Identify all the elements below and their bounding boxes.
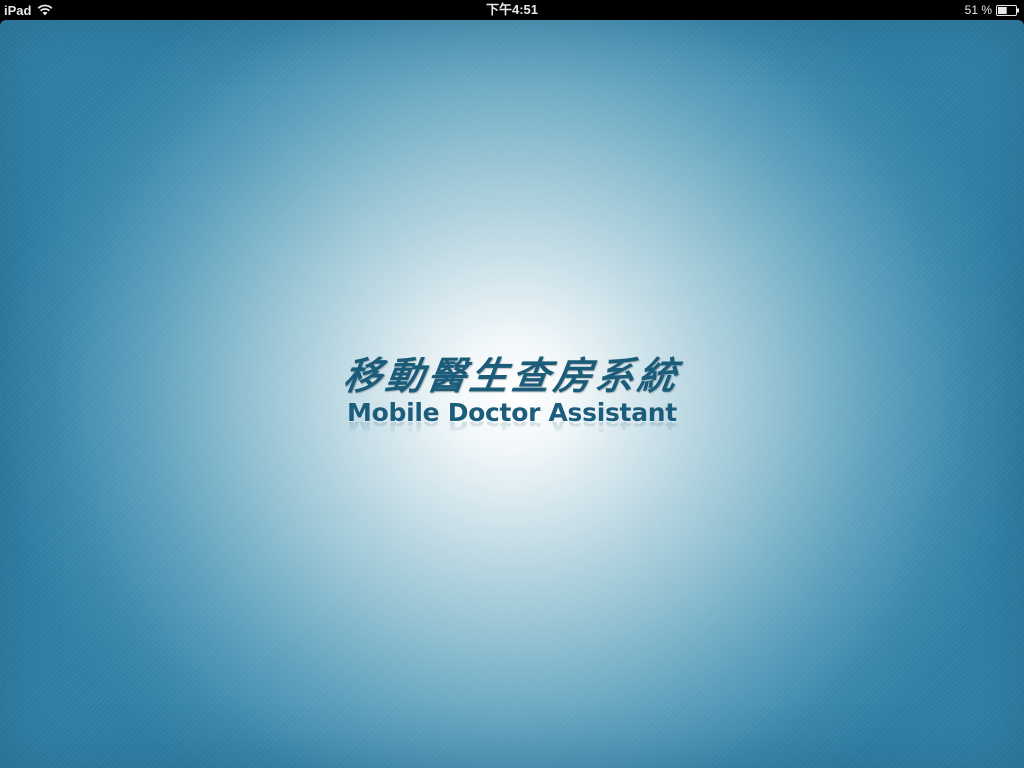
status-bar: iPad 下午4:51 51 %	[0, 0, 1024, 20]
ipad-screen: iPad 下午4:51 51 % 移動醫生查房系統 Mobile Doctor …	[0, 0, 1024, 768]
battery-percent: 51 %	[964, 3, 992, 17]
app-logo: 移動醫生查房系統 Mobile Doctor Assistant Mobile …	[330, 353, 694, 436]
logo-reflection: Mobile Doctor Assistant	[330, 422, 694, 436]
splash-background: 移動醫生查房系統 Mobile Doctor Assistant Mobile …	[0, 20, 1024, 768]
status-time: 下午4:51	[485, 2, 539, 17]
battery-icon	[996, 4, 1020, 16]
status-right: 51 %	[965, 2, 1020, 18]
logo-title-chinese: 移動醫生查房系統	[340, 353, 684, 398]
